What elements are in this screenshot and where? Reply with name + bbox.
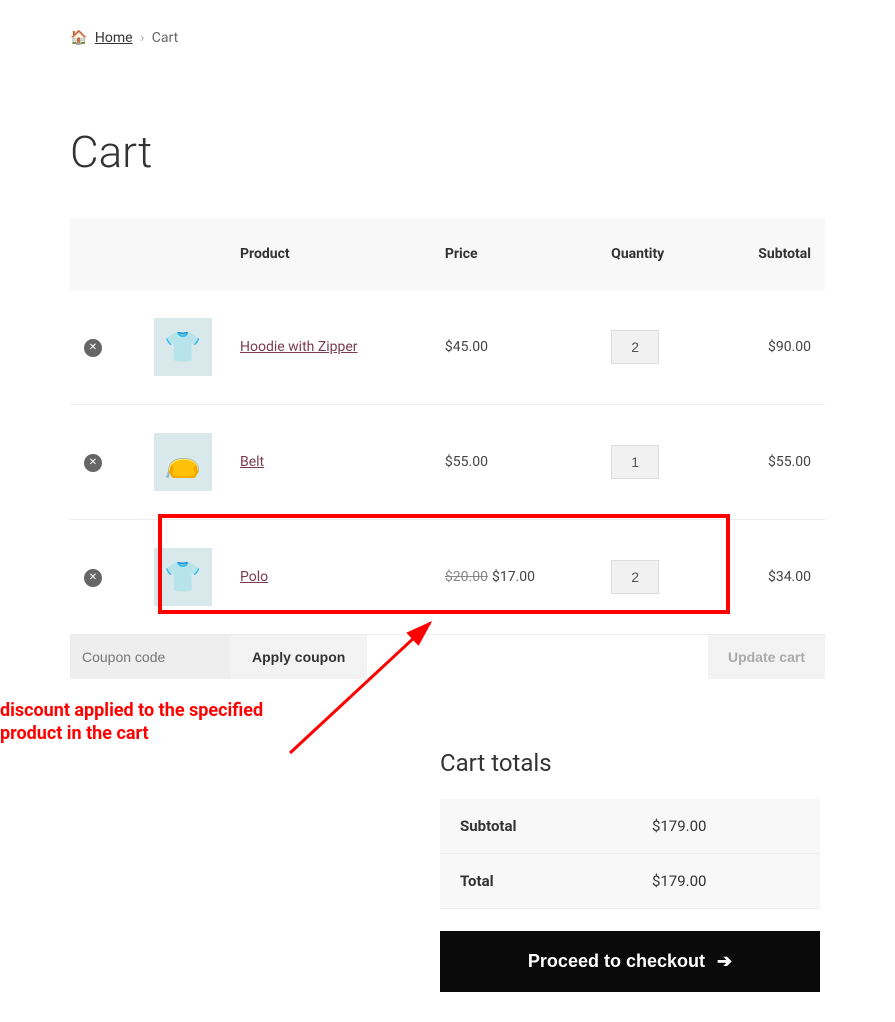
breadcrumb-current: Cart [152, 30, 178, 46]
totals-subtotal-value: $179.00 [632, 799, 820, 854]
remove-button[interactable]: ✕ [84, 569, 102, 587]
table-row: ✕ 👕 Polo $20.00$17.00 $34.00 [70, 520, 825, 635]
subtotal-cell: $34.00 [711, 520, 825, 635]
annotation-text: discount applied to the specified produc… [0, 700, 300, 745]
hoodie-icon: 👕 [164, 330, 201, 365]
arrow-right-icon: ➔ [717, 951, 732, 972]
totals-subtotal-label: Subtotal [440, 799, 632, 854]
totals-total-label: Total [440, 854, 632, 909]
table-row: ✕ 👕 Hoodie with Zipper $45.00 $90.00 [70, 290, 825, 405]
price-cell: $55.00 [431, 405, 597, 520]
remove-button[interactable]: ✕ [84, 454, 102, 472]
original-price: $20.00 [445, 569, 488, 585]
quantity-input[interactable] [611, 560, 659, 594]
remove-button[interactable]: ✕ [84, 339, 102, 357]
product-link[interactable]: Belt [240, 454, 264, 470]
product-thumbnail[interactable]: 👝 [154, 433, 212, 491]
checkout-label: Proceed to checkout [528, 951, 705, 972]
breadcrumb-separator: › [140, 30, 144, 46]
polo-icon: 👕 [164, 560, 201, 595]
product-link[interactable]: Polo [240, 569, 268, 585]
col-header-quantity: Quantity [597, 218, 711, 290]
product-link[interactable]: Hoodie with Zipper [240, 339, 358, 355]
price-cell: $45.00 [431, 290, 597, 405]
belt-icon: 👝 [164, 445, 201, 480]
update-cart-button[interactable]: Update cart [708, 635, 825, 679]
cart-totals: Cart totals Subtotal $179.00 Total $179.… [440, 749, 820, 992]
coupon-code-input[interactable] [70, 635, 230, 679]
apply-coupon-button[interactable]: Apply coupon [230, 635, 367, 679]
breadcrumb-home-link[interactable]: Home [95, 30, 133, 46]
totals-total-value: $179.00 [632, 854, 820, 909]
proceed-to-checkout-button[interactable]: Proceed to checkout ➔ [440, 931, 820, 992]
breadcrumb: 🏠 Home › Cart [70, 30, 825, 46]
col-header-subtotal: Subtotal [711, 218, 825, 290]
table-row: ✕ 👝 Belt $55.00 $55.00 [70, 405, 825, 520]
subtotal-cell: $55.00 [711, 405, 825, 520]
home-icon: 🏠 [70, 30, 87, 46]
price-cell: $20.00$17.00 [431, 520, 597, 635]
cart-totals-heading: Cart totals [440, 749, 820, 777]
cart-table: Product Price Quantity Subtotal ✕ 👕 Hood… [70, 218, 825, 635]
quantity-input[interactable] [611, 330, 659, 364]
page-title: Cart [70, 126, 825, 178]
quantity-input[interactable] [611, 445, 659, 479]
col-header-product: Product [226, 218, 431, 290]
subtotal-cell: $90.00 [711, 290, 825, 405]
product-thumbnail[interactable]: 👕 [154, 318, 212, 376]
coupon-row: Apply coupon Update cart [70, 635, 825, 679]
product-thumbnail[interactable]: 👕 [154, 548, 212, 606]
sale-price: $17.00 [492, 569, 535, 585]
col-header-price: Price [431, 218, 597, 290]
